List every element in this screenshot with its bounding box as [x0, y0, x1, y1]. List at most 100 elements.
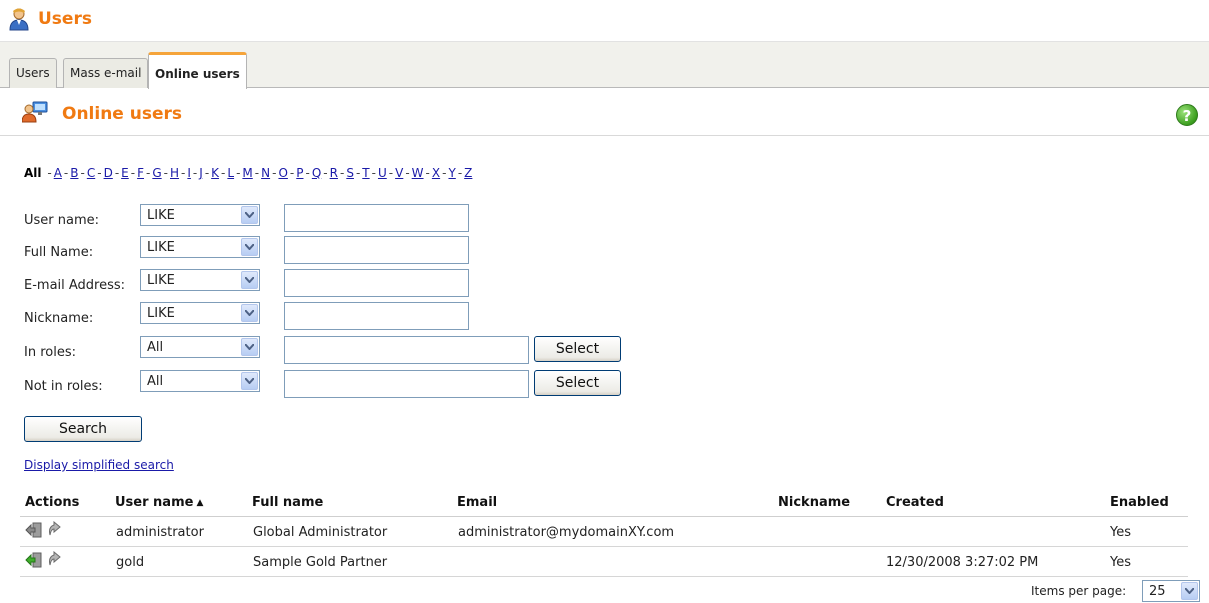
alphabet-letter-k[interactable]: K [211, 166, 219, 180]
operator-value: LIKE [147, 306, 175, 321]
alphabet-separator: - [204, 166, 210, 180]
email-operator-select[interactable]: LIKE [140, 269, 260, 291]
email-input[interactable] [284, 269, 469, 297]
alphabet-separator: - [254, 166, 260, 180]
impersonate-icon[interactable] [46, 521, 64, 539]
operator-value: All [147, 340, 164, 355]
alphabet-all[interactable]: All [24, 166, 42, 180]
alphabet-separator: - [272, 166, 277, 180]
column-header-nickname[interactable]: Nickname [778, 495, 850, 510]
filter-label: In roles: [24, 345, 76, 360]
alphabet-separator: - [371, 166, 376, 180]
alphabet-separator: - [47, 166, 52, 180]
alphabet-separator: - [388, 166, 394, 180]
alphabet-separator: - [221, 166, 226, 180]
grid-header: Actions User name ▲ Full name Email Nickn… [20, 489, 1188, 517]
in-roles-input[interactable] [284, 336, 529, 364]
alphabet-letter-r[interactable]: R [330, 166, 338, 180]
nickname-operator-select[interactable]: LIKE [140, 302, 260, 324]
chevron-down-icon [241, 271, 258, 289]
filter-label: Not in roles: [24, 379, 103, 394]
fullname-input[interactable] [284, 236, 469, 264]
not-in-roles-select[interactable]: All [140, 370, 260, 392]
cell-enabled: Yes [1110, 555, 1131, 570]
kick-user-icon[interactable] [25, 551, 43, 569]
alphabet-letter-g[interactable]: G [152, 166, 161, 180]
in-roles-select-button[interactable]: Select [534, 336, 621, 362]
in-roles-select[interactable]: All [140, 336, 260, 358]
chevron-down-icon [241, 372, 258, 390]
section-title: Online users [62, 104, 183, 124]
alphabet-separator: - [339, 166, 345, 180]
alphabet-letter-d[interactable]: D [104, 166, 113, 180]
cell-username: gold [116, 555, 145, 570]
username-input[interactable] [284, 204, 469, 232]
alphabet-letter-b[interactable]: B [70, 166, 78, 180]
alphabet-letter-m[interactable]: M [242, 166, 252, 180]
not-in-roles-input[interactable] [284, 370, 529, 398]
alphabet-letter-e[interactable]: E [121, 166, 129, 180]
alphabet-letter-s[interactable]: S [346, 166, 354, 180]
alphabet-letter-i[interactable]: I [187, 166, 191, 180]
alphabet-letter-p[interactable]: P [296, 166, 303, 180]
alphabet-letter-h[interactable]: H [170, 166, 179, 180]
filter-row-username: User name: LIKE [0, 204, 700, 232]
help-icon[interactable]: ? [1176, 104, 1198, 126]
alphabet-letter-q[interactable]: Q [312, 166, 321, 180]
tab-mass-email[interactable]: Mass e-mail [63, 58, 149, 88]
alphabet-letter-x[interactable]: X [432, 166, 440, 180]
alphabet-letter-a[interactable]: A [54, 166, 62, 180]
operator-value: LIKE [147, 208, 175, 223]
column-header-created[interactable]: Created [886, 495, 944, 510]
alphabet-letter-c[interactable]: C [87, 166, 95, 180]
alphabet-letter-u[interactable]: U [378, 166, 387, 180]
alphabet-separator: - [192, 166, 198, 180]
tab-users[interactable]: Users [9, 58, 57, 88]
tab-online-users[interactable]: Online users [148, 52, 247, 89]
cell-fullname: Sample Gold Partner [253, 555, 388, 570]
alphabet-letter-z[interactable]: Z [464, 166, 472, 180]
column-header-username[interactable]: User name ▲ [115, 495, 203, 510]
alphabet-letter-l[interactable]: L [227, 166, 234, 180]
filter-row-nickname: Nickname: LIKE [0, 302, 700, 330]
alphabet-letter-y[interactable]: Y [448, 166, 455, 180]
cell-fullname: Global Administrator [253, 525, 388, 540]
alphabet-letter-n[interactable]: N [261, 166, 270, 180]
cell-enabled: Yes [1110, 525, 1131, 540]
items-per-page-select[interactable]: 25 [1142, 580, 1200, 602]
alphabet-separator: - [457, 166, 463, 180]
user-icon [9, 8, 29, 31]
filter-label: User name: [24, 213, 100, 228]
alphabet-letter-f[interactable]: F [137, 166, 144, 180]
alphabet-separator: - [405, 166, 410, 180]
alphabet-letter-o[interactable]: O [278, 166, 287, 180]
alphabet-letter-t[interactable]: T [362, 166, 369, 180]
alphabet-separator: - [236, 166, 241, 180]
kick-user-icon[interactable] [25, 521, 43, 539]
alphabet-separator: - [80, 166, 85, 180]
page-title: Users [38, 9, 92, 29]
nickname-input[interactable] [284, 302, 469, 330]
alphabet-separator: - [305, 166, 310, 180]
filter-label: E-mail Address: [24, 278, 126, 293]
display-simplified-search-link[interactable]: Display simplified search [24, 458, 174, 472]
fullname-operator-select[interactable]: LIKE [140, 236, 260, 258]
impersonate-icon[interactable] [46, 551, 64, 569]
alphabet-separator: - [114, 166, 120, 180]
column-header-actions: Actions [25, 495, 80, 510]
column-header-enabled[interactable]: Enabled [1110, 495, 1169, 510]
column-header-email[interactable]: Email [457, 495, 497, 510]
alphabet-letter-v[interactable]: V [395, 166, 403, 180]
not-in-roles-select-button[interactable]: Select [534, 370, 621, 396]
alphabet-letter-j[interactable]: J [199, 166, 203, 180]
alphabet-separator: - [130, 166, 136, 180]
section-header: Online users [0, 88, 1209, 136]
alphabet-letter-w[interactable]: W [412, 166, 424, 180]
search-button[interactable]: Search [24, 416, 142, 442]
username-operator-select[interactable]: LIKE [140, 204, 260, 226]
filter-label: Nickname: [24, 311, 94, 326]
items-per-page-label: Items per page: [1031, 584, 1127, 598]
chevron-down-icon [241, 304, 258, 322]
filter-row-in-roles: In roles: All Select [0, 336, 700, 364]
column-header-fullname[interactable]: Full name [252, 495, 323, 510]
